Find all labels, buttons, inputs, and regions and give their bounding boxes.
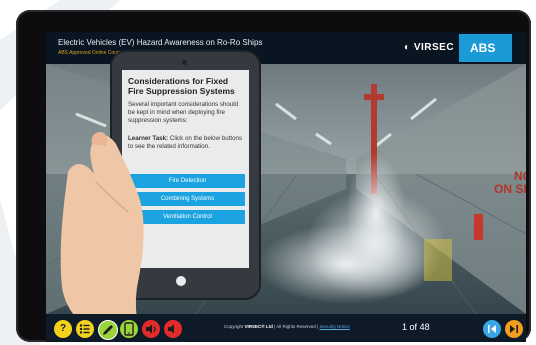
tablet-home-button (176, 276, 186, 286)
tablet-icon (124, 322, 134, 336)
tablet-device: Considerations for Fixed Fire Suppressio… (112, 52, 259, 298)
combining-systems-button[interactable]: Combining Systems (130, 192, 245, 206)
mute-icon (168, 324, 174, 334)
copyright-notice: Copyright VIRSEC® Ltd | All Rights Reser… (224, 324, 350, 329)
menu-button[interactable] (76, 320, 94, 338)
device-button[interactable] (120, 320, 138, 338)
page-current: 1 (402, 322, 408, 332)
page-counter: 1 of 48 (402, 322, 430, 332)
panel-body-text: Several important considerations should … (128, 101, 239, 124)
copyright-suffix: | All Rights Reserved | (272, 324, 320, 329)
wall-sign: NO ON SH (492, 170, 526, 196)
panel-heading: Considerations for Fixed Fire Suppressio… (128, 76, 235, 96)
security-notice-link[interactable]: Security Notice (319, 324, 349, 329)
monitor-frame: Electric Vehicles (EV) Hazard Awareness … (16, 10, 531, 342)
page-total: 48 (419, 322, 430, 332)
skip-forward-icon (510, 325, 518, 333)
fire-detection-button[interactable]: Fire Detection (130, 174, 245, 188)
back-button[interactable] (483, 320, 501, 338)
virsec-logo-text: VIRSEC (413, 42, 455, 53)
course-screen: Electric Vehicles (EV) Hazard Awareness … (46, 32, 526, 342)
audio-button[interactable] (142, 320, 160, 338)
course-toolbar: ? Copyright VIRSEC® Ltd | All Rights Res… (46, 314, 526, 342)
question-icon: ? (59, 323, 67, 334)
pencil-icon (103, 325, 113, 335)
tablet-content-panel: Considerations for Fixed Fire Suppressio… (122, 70, 249, 268)
skip-back-icon (488, 325, 496, 333)
copyright-brand: VIRSEC® Ltd (244, 324, 273, 329)
abs-logo-text: ABS (470, 41, 496, 55)
next-button[interactable] (505, 320, 523, 338)
list-icon (79, 324, 90, 334)
notes-button[interactable] (98, 320, 118, 340)
learner-task-text: Learner Task: Click on the below buttons… (128, 135, 246, 151)
copyright-prefix: Copyright (224, 324, 244, 329)
ventilation-control-button[interactable]: Ventilation Control (130, 210, 245, 224)
volume-icon (146, 324, 156, 334)
mute-button[interactable] (164, 320, 182, 338)
page-separator: of (409, 322, 418, 332)
course-title: Electric Vehicles (EV) Hazard Awareness … (58, 38, 263, 47)
help-button[interactable]: ? (54, 320, 72, 338)
wall-sign-line-2: ON SH (493, 182, 526, 196)
virsec-mark-icon: ◐ (404, 42, 411, 53)
tablet-camera (182, 60, 187, 65)
abs-logo: ABS (459, 34, 512, 62)
learner-task-label: Learner Task: (128, 135, 169, 142)
virsec-logo: ◐ VIRSEC (404, 42, 454, 53)
